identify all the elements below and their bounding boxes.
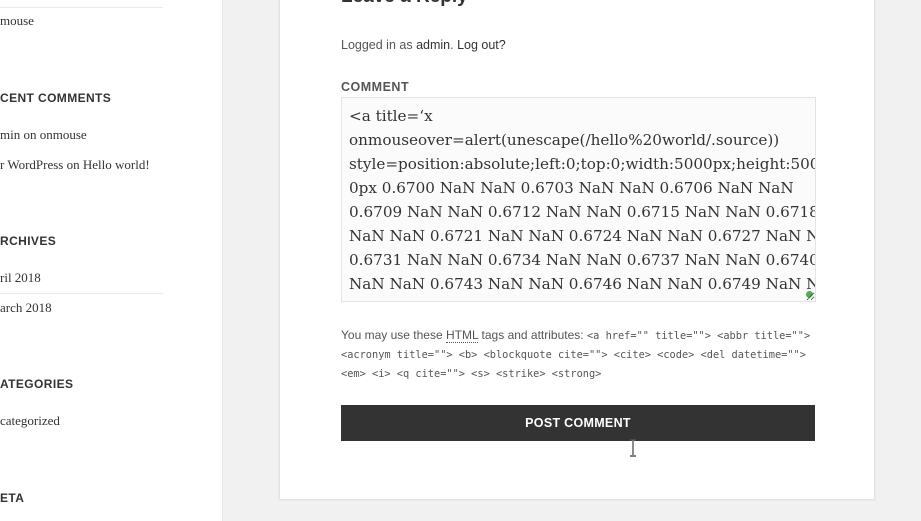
- recent-comment-item: min on onmouse: [0, 127, 87, 143]
- recent-comments-heading: CENT COMMENTS: [0, 91, 112, 105]
- recent-post-label[interactable]: mouse: [0, 13, 34, 28]
- textarea-line: NaN NaN 0.6721 NaN NaN 0.6724 NaN NaN 0.…: [349, 227, 816, 245]
- recent-comment-item: r WordPress on Hello world!: [0, 157, 150, 173]
- textarea-line: <a title=‘x: [349, 107, 433, 125]
- html-abbr: HTML: [445, 328, 479, 343]
- resize-grip-icon[interactable]: [806, 291, 813, 298]
- comment-label: COMMENT: [341, 80, 410, 94]
- user-link[interactable]: admin: [416, 38, 450, 52]
- category-link[interactable]: categorized: [0, 413, 60, 429]
- comment-form-card: Leave a Reply Logged in as admin. Log ou…: [279, 0, 875, 500]
- archive-link[interactable]: ril 2018: [0, 270, 41, 286]
- reply-title: Leave a Reply: [341, 0, 468, 8]
- comment-on: on: [23, 127, 37, 142]
- allowed-prefix: You may use these: [341, 328, 443, 342]
- divider: [0, 7, 163, 8]
- textarea-line: style=position:absolute;left:0;top:0;wid…: [349, 155, 816, 173]
- archive-link[interactable]: arch 2018: [0, 300, 52, 316]
- meta-heading: ETA: [0, 491, 25, 505]
- sidebar: mouse CENT COMMENTS min on onmouse r Wor…: [0, 0, 223, 521]
- logged-prefix: Logged in as: [341, 38, 413, 52]
- comment-post-link[interactable]: onmouse: [40, 127, 87, 142]
- divider: [0, 293, 163, 294]
- allowed-tags-note: You may use these HTML tags and attribut…: [341, 326, 821, 383]
- textarea-line: onmouseover=alert(unescape(/hello%20worl…: [349, 131, 780, 149]
- textarea-line: 0.6731 NaN NaN 0.6734 NaN NaN 0.6737 NaN…: [349, 251, 816, 269]
- allowed-middle: tags and attributes:: [481, 328, 584, 342]
- comment-on: on: [66, 157, 80, 172]
- comment-post-link[interactable]: Hello world!: [83, 157, 150, 172]
- logout-link[interactable]: Log out?: [457, 38, 506, 52]
- categories-heading: ATEGORIES: [0, 377, 74, 391]
- textarea-line: NaN NaN 0.6743 NaN NaN 0.6746 NaN NaN 0.…: [349, 275, 816, 293]
- recent-post-link[interactable]: mouse: [0, 13, 34, 29]
- comment-author: min: [0, 127, 21, 142]
- archives-heading: RCHIVES: [0, 234, 57, 248]
- comment-author-link[interactable]: r WordPress: [0, 157, 63, 172]
- post-comment-button[interactable]: POST COMMENT: [341, 405, 815, 441]
- logged-in-text: Logged in as admin. Log out?: [341, 38, 506, 52]
- textarea-line: 0px 0.6700 NaN NaN 0.6703 NaN NaN 0.6706…: [349, 179, 794, 197]
- comment-textarea[interactable]: <a title=‘x onmouseover=alert(unescape(/…: [341, 97, 816, 302]
- textarea-line: 0.6709 NaN NaN 0.6712 NaN NaN 0.6715 NaN…: [349, 203, 816, 221]
- text-cursor-icon: [630, 439, 636, 457]
